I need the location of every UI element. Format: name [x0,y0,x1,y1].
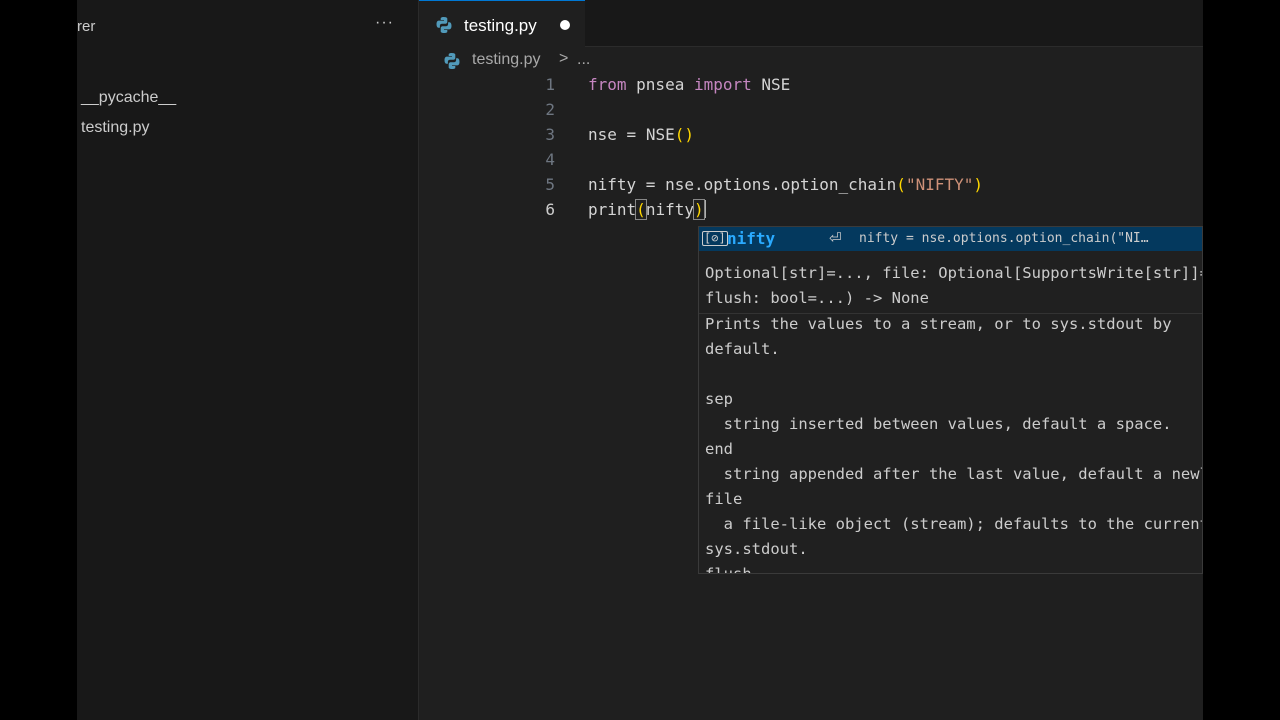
bracket: ) [973,175,984,194]
line-content: print(nifty) [588,199,706,220]
suggestion-detail: nifty = nse.options.option_chain("NI… [859,231,1149,246]
dot: . [693,175,704,194]
tree-item-pycache[interactable]: __pycache__ [81,89,176,107]
line-content: from pnsea import NSE [588,75,790,94]
text-cursor [703,200,706,218]
more-actions-icon[interactable]: ··· [375,14,394,32]
line-number: 5 [545,175,555,194]
line-number: 3 [545,125,555,144]
documentation-text: Prints the values to a stream, or to sys… [705,315,1203,574]
line-number: 6 [545,200,555,219]
tab-testing-py[interactable]: testing.py [419,0,585,47]
dot: . [771,175,781,194]
signature-line: Optional[str]=..., file: Optional[Suppor… [705,264,1203,282]
tab-label: testing.py [464,16,537,35]
bracket: ( [635,199,647,220]
code-line: 2 [419,100,1203,125]
operator: = [616,125,646,144]
code-line: 3 nse = NSE() [419,125,1203,150]
class-name: NSE [645,125,675,144]
code-line: 5 nifty = nse.options.option_chain("NIFT… [419,175,1203,200]
line-content: nifty = nse.options.option_chain("NIFTY"… [588,175,983,194]
unsaved-dot-icon[interactable] [560,20,570,30]
line-number: 2 [545,100,555,119]
explorer-title: rer [77,18,96,35]
breadcrumb-separator: > [559,50,569,67]
suggestion-label: nifty [727,229,776,248]
keyword: import [693,75,752,94]
function-name: option_chain [780,175,897,194]
code-line: 4 [419,150,1203,175]
breadcrumb-symbols[interactable]: ... [577,51,590,69]
signature-help: Optional[str]=..., file: Optional[Suppor… [705,261,1203,311]
object: nse [665,175,694,194]
keyword: from [588,75,627,94]
python-icon [435,16,453,39]
code-line: 1 from pnsea import NSE [419,75,1203,100]
line-number: 4 [545,150,555,169]
string-literal: "NIFTY" [905,175,974,194]
variable-symbol-icon: [⊘] [702,231,728,246]
bracket: ( [896,175,906,194]
tree-item-testing-py[interactable]: testing.py [81,119,149,137]
line-number: 1 [545,75,555,94]
attribute: options [703,175,772,194]
function-name: print [588,200,637,219]
line-content: nse = NSE() [588,125,694,144]
signature-line: flush: bool=...) -> None [705,289,929,307]
explorer-sidebar: rer ··· __pycache__ testing.py [77,0,419,720]
argument: nifty [645,200,694,219]
import-name: NSE [751,75,791,94]
bracket: ) [693,199,705,220]
variable: nifty [588,175,637,194]
editor-area: testing.py testing.py > ... 1 from pnsea… [419,0,1203,720]
vscode-window: rer ··· __pycache__ testing.py testing.p… [77,0,1203,720]
bracket: () [674,125,694,144]
suggestion-item-selected[interactable]: [⊘] nifty ⏎ nifty = nse.options.option_c… [699,227,1202,251]
tab-bar: testing.py [419,0,1203,47]
enter-key-icon: ⏎ [829,230,842,247]
code-line-active: 6 print(nifty) [419,199,1203,225]
operator: = [636,175,666,194]
suggest-widget: [⊘] nifty ⏎ nifty = nse.options.option_c… [698,226,1203,574]
module-name: pnsea [626,75,694,94]
breadcrumb-file[interactable]: testing.py [472,51,540,69]
variable: nse [588,125,617,144]
python-icon [443,52,461,75]
